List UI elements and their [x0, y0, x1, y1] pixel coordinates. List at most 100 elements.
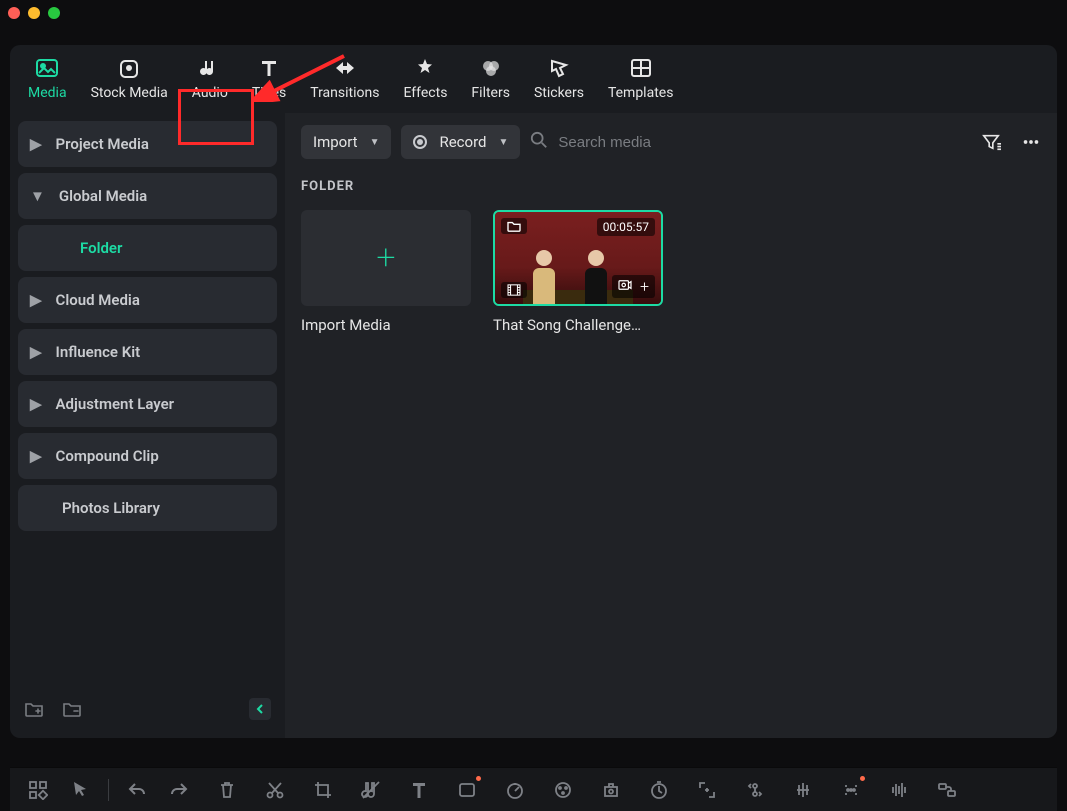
effects-icon: [412, 57, 438, 79]
sidebar-item-label: Adjustment Layer: [56, 395, 175, 413]
sidebar-item-label: Cloud Media: [56, 291, 140, 309]
nav-tab-label: Titles: [252, 85, 286, 101]
sidebar-item-label: Compound Clip: [56, 447, 159, 465]
templates-icon: [628, 57, 654, 79]
import-label: Import: [313, 133, 358, 151]
sidebar: ▶ Project Media ▼ Global Media Folder ▶ …: [10, 113, 285, 738]
preview-icon[interactable]: [618, 279, 632, 294]
text-button[interactable]: [405, 776, 433, 804]
sidebar-item-label: Folder: [80, 239, 122, 257]
media-toolbar: Import ▼ Record ▼: [301, 123, 1041, 161]
chevron-down-icon: ▼: [30, 187, 45, 205]
expand-button[interactable]: [693, 776, 721, 804]
sidebar-item-photos-library[interactable]: Photos Library: [18, 485, 277, 531]
nav-tab-filters[interactable]: Filters: [471, 57, 510, 101]
track-height-button[interactable]: [741, 776, 769, 804]
nav-tab-label: Audio: [192, 85, 228, 101]
record-dropdown[interactable]: Record ▼: [401, 125, 520, 159]
nav-tab-titles[interactable]: Titles: [252, 57, 286, 101]
import-dropdown[interactable]: Import ▼: [301, 125, 391, 159]
nav-tab-label: Templates: [608, 85, 674, 101]
sidebar-item-label: Photos Library: [62, 499, 160, 517]
nav-tab-templates[interactable]: Templates: [608, 57, 674, 101]
filter-button[interactable]: [981, 132, 1001, 152]
window-close-button[interactable]: [8, 7, 20, 19]
nav-tab-effects[interactable]: Effects: [403, 57, 447, 101]
more-button[interactable]: [1021, 132, 1041, 152]
chevron-down-icon: ▼: [499, 137, 509, 148]
top-nav: Media Stock Media Audio Titles Transitio…: [10, 45, 1057, 113]
collapse-sidebar-button[interactable]: [249, 698, 271, 720]
sidebar-item-compound-clip[interactable]: ▶ Compound Clip: [18, 433, 277, 479]
undo-button[interactable]: [123, 776, 151, 804]
waveform-button[interactable]: [885, 776, 913, 804]
nav-tab-label: Filters: [471, 85, 510, 101]
thumb-caption: That Song Challenge…: [493, 316, 663, 334]
section-label: FOLDER: [301, 179, 1041, 194]
sidebar-item-label: Project Media: [56, 135, 149, 153]
audio-icon: [197, 57, 223, 79]
sidebar-item-cloud-media[interactable]: ▶ Cloud Media: [18, 277, 277, 323]
sidebar-item-label: Influence Kit: [56, 343, 141, 361]
cursor-tool-button[interactable]: [66, 776, 94, 804]
timeline-toolbar: [10, 767, 1057, 811]
nav-tab-audio[interactable]: Audio: [192, 57, 228, 101]
search-icon: [530, 131, 548, 153]
nav-tab-label: Stickers: [534, 85, 584, 101]
nav-tab-transitions[interactable]: Transitions: [310, 57, 379, 101]
content-panel: Import ▼ Record ▼: [285, 113, 1057, 738]
nav-tab-media[interactable]: Media: [28, 57, 67, 101]
clip-duration: 00:05:57: [597, 218, 655, 236]
window-maximize-button[interactable]: [48, 7, 60, 19]
new-folder-button[interactable]: [24, 700, 44, 718]
nav-tab-stock-media[interactable]: Stock Media: [91, 57, 168, 101]
chevron-right-icon: ▶: [30, 135, 42, 153]
window-titlebar: [0, 0, 1067, 25]
thumb-caption: Import Media: [301, 316, 471, 334]
sidebar-item-influence-kit[interactable]: ▶ Influence Kit: [18, 329, 277, 375]
nav-tab-label: Media: [28, 85, 67, 101]
link-button[interactable]: [933, 776, 961, 804]
sidebar-item-project-media[interactable]: ▶ Project Media: [18, 121, 277, 167]
crop-button[interactable]: [309, 776, 337, 804]
sidebar-item-label: Global Media: [59, 187, 147, 205]
nav-tab-label: Effects: [403, 85, 447, 101]
chevron-right-icon: ▶: [30, 343, 42, 361]
layout-grid-button[interactable]: [24, 776, 52, 804]
stock-media-icon: [116, 57, 142, 79]
adjust-button[interactable]: [789, 776, 817, 804]
import-media-card[interactable]: + Import Media: [301, 210, 471, 334]
sidebar-item-global-media[interactable]: ▼ Global Media: [18, 173, 277, 219]
transitions-icon: [332, 57, 358, 79]
clip-type-icon: [501, 282, 527, 298]
folder-badge-icon: [501, 218, 527, 234]
more-tools-button[interactable]: [837, 776, 865, 804]
chevron-down-icon: ▼: [370, 137, 380, 148]
speed-button[interactable]: [501, 776, 529, 804]
chevron-right-icon: ▶: [30, 395, 42, 413]
sidebar-item-adjustment-layer[interactable]: ▶ Adjustment Layer: [18, 381, 277, 427]
record-icon: [413, 135, 427, 149]
nav-tab-label: Transitions: [310, 85, 379, 101]
nav-tab-label: Stock Media: [91, 85, 168, 101]
plus-icon: +: [376, 238, 395, 278]
chevron-right-icon: ▶: [30, 291, 42, 309]
timer-button[interactable]: [645, 776, 673, 804]
sidebar-item-folder[interactable]: Folder: [18, 225, 277, 271]
delete-folder-button[interactable]: [62, 700, 82, 718]
window-minimize-button[interactable]: [28, 7, 40, 19]
color-button[interactable]: [549, 776, 577, 804]
search-input[interactable]: [556, 133, 776, 152]
keyframe-button[interactable]: [597, 776, 625, 804]
delete-button[interactable]: [213, 776, 241, 804]
add-to-timeline-button[interactable]: +: [640, 277, 649, 296]
record-label: Record: [439, 133, 486, 151]
media-clip-card[interactable]: 00:05:57 + That Song Challenge…: [493, 210, 663, 334]
nav-tab-stickers[interactable]: Stickers: [534, 57, 584, 101]
separator: [108, 779, 109, 801]
cut-button[interactable]: [261, 776, 289, 804]
audio-mute-button[interactable]: [357, 776, 385, 804]
mask-button[interactable]: [453, 776, 481, 804]
filters-icon: [478, 57, 504, 79]
redo-button[interactable]: [165, 776, 193, 804]
